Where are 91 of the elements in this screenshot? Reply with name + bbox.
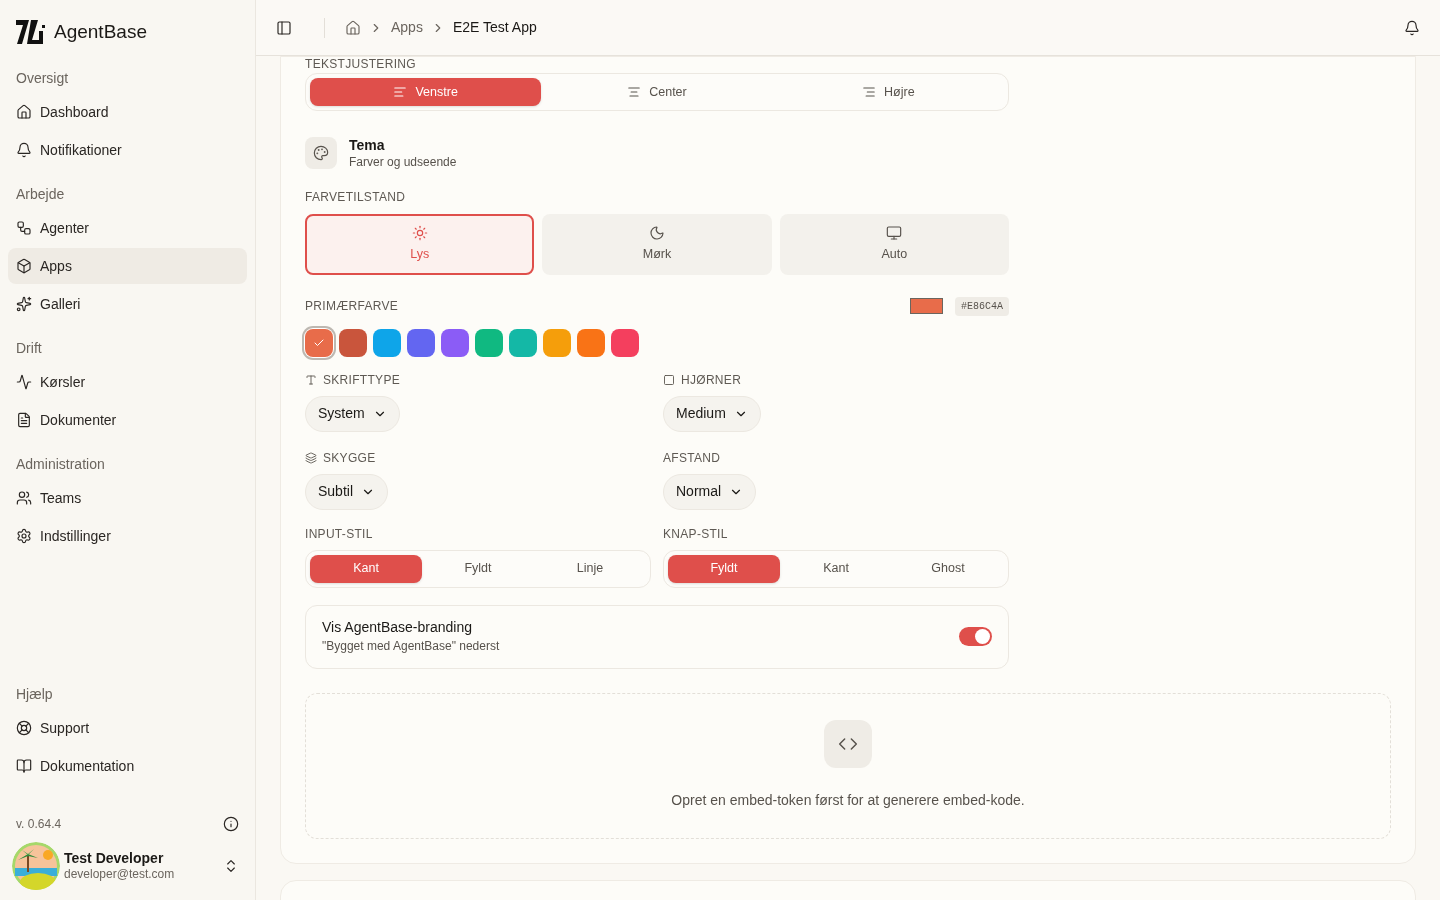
segment-option[interactable]: Center xyxy=(541,78,773,106)
field-label: FARVETILSTAND xyxy=(305,188,407,206)
sidebar-item[interactable]: Apps xyxy=(8,248,247,284)
empty-message: Opret en embed-token først for at generere embed-kode. xyxy=(671,791,1025,810)
version-label: v. 0.64.4 xyxy=(16,816,62,833)
breadcrumb-link[interactable]: E2E Test App xyxy=(452,17,537,38)
sidebar-item[interactable]: Dokumentation xyxy=(8,748,247,784)
dropdown[interactable]: System xyxy=(305,395,400,432)
home-icon[interactable] xyxy=(345,19,361,36)
segment-option[interactable]: Linje xyxy=(534,554,646,583)
dropdown[interactable]: Normal xyxy=(663,473,757,510)
logo-icon xyxy=(16,20,46,44)
align-right-icon xyxy=(862,85,877,99)
color-swatch[interactable] xyxy=(305,328,333,357)
setting-description: "Bygget med AgentBase" nederst xyxy=(322,638,500,654)
home-icon xyxy=(16,104,32,120)
segment-option[interactable]: Venstre xyxy=(310,78,542,106)
sidebar-item[interactable]: Indstillinger xyxy=(8,518,247,554)
setting-title: Vis AgentBase-branding xyxy=(322,619,473,637)
sidebar-toggle-icon[interactable] xyxy=(276,19,292,36)
sidebar-item[interactable]: Dashboard xyxy=(8,94,247,130)
section-heading: Administration xyxy=(15,454,106,474)
color-swatch[interactable] xyxy=(543,328,571,357)
field-label: KNAP-STIL xyxy=(663,526,729,541)
square-icon xyxy=(663,373,675,386)
section-heading: Hjælp xyxy=(15,684,54,704)
field-label: TEKSTJUSTERING xyxy=(305,57,417,73)
segment-option[interactable]: Kant xyxy=(310,554,422,583)
segment-option[interactable]: Kant xyxy=(780,554,892,583)
lifebuoy-icon xyxy=(16,720,32,736)
mode-option[interactable]: Mørk xyxy=(542,213,772,275)
sidebar-item[interactable]: Galleri xyxy=(8,286,247,322)
dropdown[interactable]: Medium xyxy=(663,395,761,432)
color-swatch[interactable] xyxy=(475,328,503,357)
sidebar-item[interactable]: Notifikationer xyxy=(8,132,247,168)
section-heading: Arbejde xyxy=(15,184,66,204)
mode-option[interactable]: Auto xyxy=(779,213,1009,275)
segment-option[interactable]: Ghost xyxy=(892,554,1004,583)
brand-name: AgentBase xyxy=(54,19,147,44)
sidebar-item[interactable]: Support xyxy=(8,710,247,746)
color-swatch[interactable] xyxy=(373,328,401,357)
sparkles-icon xyxy=(16,296,32,312)
dropdown[interactable]: Subtil xyxy=(305,473,389,510)
text-icon xyxy=(305,373,317,386)
book-icon xyxy=(16,758,32,774)
sidebar-item[interactable]: Agenter xyxy=(8,210,247,246)
field-label: AFSTAND xyxy=(663,449,721,467)
cube-icon xyxy=(16,258,32,274)
user-name: Test Developer xyxy=(64,849,165,868)
user-email: developer@test.com xyxy=(64,867,176,883)
settings-icon xyxy=(16,528,32,544)
mode-option[interactable]: Lys xyxy=(305,213,535,275)
color-swatch[interactable] xyxy=(509,328,537,357)
breadcrumb-link[interactable]: Apps xyxy=(391,17,423,38)
field-label: PRIMÆRFARVE xyxy=(305,298,399,315)
field-label: HJØRNER xyxy=(681,371,742,389)
sidebar-item[interactable]: Kørsler xyxy=(8,364,247,400)
sun-icon xyxy=(411,224,428,241)
section-heading: Drift xyxy=(15,338,43,358)
field-label: INPUT-STIL xyxy=(305,526,374,541)
hex-value: #E86C4A xyxy=(955,296,1009,316)
document-icon xyxy=(16,412,32,428)
pulse-icon xyxy=(16,374,32,390)
section-heading: Oversigt xyxy=(15,68,70,88)
users-icon xyxy=(16,490,32,506)
bell-icon xyxy=(16,142,32,158)
field-label: SKYGGE xyxy=(323,449,376,467)
toggle-switch[interactable] xyxy=(959,627,992,646)
section-title: Tema xyxy=(349,137,386,155)
section-subtitle: Farver og udseende xyxy=(349,154,457,170)
color-swatch[interactable] xyxy=(407,328,435,357)
monitor-icon xyxy=(886,224,903,241)
segment-option[interactable]: Fyldt xyxy=(668,554,780,583)
color-swatch[interactable] xyxy=(611,328,639,357)
field-label: SKRIFTTYPE xyxy=(323,371,400,389)
align-left-icon xyxy=(393,85,408,99)
sidebar-item[interactable]: Dokumenter xyxy=(8,402,247,438)
align-center-icon xyxy=(627,85,642,99)
color-swatch[interactable] xyxy=(577,328,605,357)
workflow-icon xyxy=(16,220,32,236)
info-icon[interactable] xyxy=(223,816,239,832)
palette-icon xyxy=(313,145,329,162)
segment-option[interactable]: Højre xyxy=(772,78,1004,106)
color-swatch[interactable] xyxy=(441,328,469,357)
layers-icon xyxy=(305,451,317,464)
bell-icon[interactable] xyxy=(1404,19,1420,36)
sidebar-item[interactable]: Teams xyxy=(8,480,247,516)
color-swatch[interactable] xyxy=(339,328,367,357)
moon-icon xyxy=(649,224,665,241)
color-preview[interactable] xyxy=(910,298,943,314)
segment-option[interactable]: Fyldt xyxy=(422,554,534,583)
